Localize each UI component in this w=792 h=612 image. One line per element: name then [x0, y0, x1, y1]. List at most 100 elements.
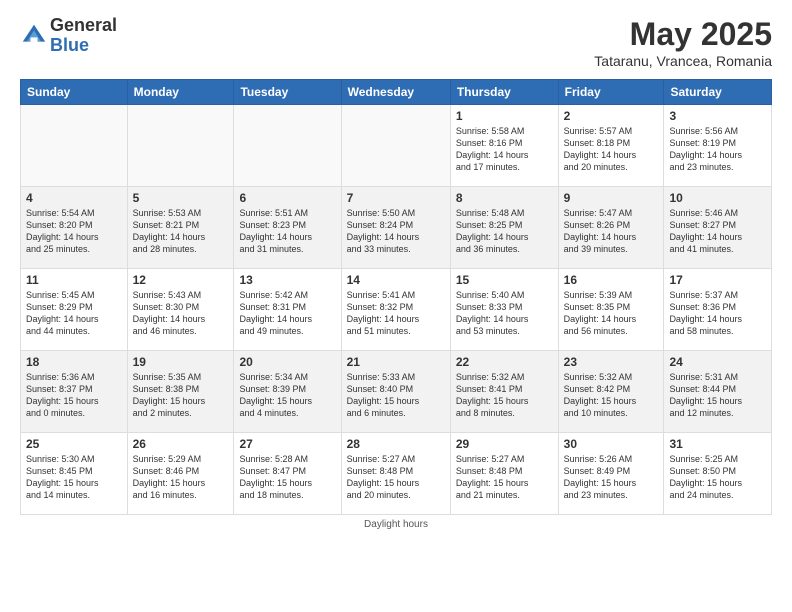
day-number: 16: [564, 273, 659, 287]
day-info: Sunrise: 5:54 AM Sunset: 8:20 PM Dayligh…: [26, 207, 122, 256]
day-cell-31: 31 Sunrise: 5:25 AM Sunset: 8:50 PM Dayli…: [664, 433, 772, 515]
day-cell-empty: [234, 105, 341, 187]
day-cell-12: 12 Sunrise: 5:43 AM Sunset: 8:30 PM Dayli…: [127, 269, 234, 351]
logo-blue: Blue: [50, 36, 117, 56]
day-cell-4: 4 Sunrise: 5:54 AM Sunset: 8:20 PM Daylig…: [21, 187, 128, 269]
col-header-wednesday: Wednesday: [341, 80, 450, 105]
day-number: 1: [456, 109, 553, 123]
day-cell-5: 5 Sunrise: 5:53 AM Sunset: 8:21 PM Daylig…: [127, 187, 234, 269]
day-cell-18: 18Sunrise: 5:36 AM Sunset: 8:37 PM Dayli…: [21, 351, 128, 433]
day-info: Sunrise: 5:35 AM Sunset: 8:38 PM Dayligh…: [133, 371, 229, 420]
day-cell-23: 23Sunrise: 5:32 AM Sunset: 8:42 PM Dayli…: [558, 351, 664, 433]
day-cell-24: 24 Sunrise: 5:31 AM Sunset: 8:44 PM Dayli…: [664, 351, 772, 433]
day-number: 22: [456, 355, 553, 369]
day-info: Sunrise: 5:43 AM Sunset: 8:30 PM Dayligh…: [133, 289, 229, 338]
day-number: 13: [239, 273, 335, 287]
day-number: 6: [239, 191, 335, 205]
logo-icon: [20, 22, 48, 50]
col-header-sunday: Sunday: [21, 80, 128, 105]
day-number: 19: [133, 355, 229, 369]
day-info: Sunrise: 5:27 AM Sunset: 8:48 PM Dayligh…: [456, 453, 553, 502]
day-number: 7: [347, 191, 445, 205]
day-info: Sunrise: 5:57 AM Sunset: 8:18 PM Dayligh…: [564, 125, 659, 174]
day-number: 28: [347, 437, 445, 451]
day-info: Sunrise: 5:25 AM Sunset: 8:50 PM Dayligh…: [669, 453, 766, 502]
day-cell-28: 28Sunrise: 5:27 AM Sunset: 8:48 PM Dayli…: [341, 433, 450, 515]
footer-note: Daylight hours: [20, 519, 772, 530]
day-number: 23: [564, 355, 659, 369]
logo: General Blue: [20, 16, 117, 56]
header: General Blue May 2025 Tataranu, Vrancea,…: [20, 16, 772, 69]
day-cell-30: 30Sunrise: 5:26 AM Sunset: 8:49 PM Dayli…: [558, 433, 664, 515]
day-cell-19: 19 Sunrise: 5:35 AM Sunset: 8:38 PM Dayli…: [127, 351, 234, 433]
week-row-2: 4 Sunrise: 5:54 AM Sunset: 8:20 PM Daylig…: [21, 187, 772, 269]
day-cell-26: 26 Sunrise: 5:29 AM Sunset: 8:46 PM Dayli…: [127, 433, 234, 515]
day-number: 24: [669, 355, 766, 369]
day-number: 8: [456, 191, 553, 205]
day-info: Sunrise: 5:31 AM Sunset: 8:44 PM Dayligh…: [669, 371, 766, 420]
logo-text: General Blue: [50, 16, 117, 56]
day-cell-3: 3Sunrise: 5:56 AM Sunset: 8:19 PM Daylig…: [664, 105, 772, 187]
day-cell-16: 16Sunrise: 5:39 AM Sunset: 8:35 PM Dayli…: [558, 269, 664, 351]
day-info: Sunrise: 5:41 AM Sunset: 8:32 PM Dayligh…: [347, 289, 445, 338]
day-number: 29: [456, 437, 553, 451]
week-row-4: 18Sunrise: 5:36 AM Sunset: 8:37 PM Dayli…: [21, 351, 772, 433]
day-cell-8: 8Sunrise: 5:48 AM Sunset: 8:25 PM Daylig…: [450, 187, 558, 269]
day-info: Sunrise: 5:30 AM Sunset: 8:45 PM Dayligh…: [26, 453, 122, 502]
day-info: Sunrise: 5:51 AM Sunset: 8:23 PM Dayligh…: [239, 207, 335, 256]
day-cell-22: 22 Sunrise: 5:32 AM Sunset: 8:41 PM Dayli…: [450, 351, 558, 433]
day-number: 12: [133, 273, 229, 287]
day-cell-9: 9Sunrise: 5:47 AM Sunset: 8:26 PM Daylig…: [558, 187, 664, 269]
day-cell-25: 25 Sunrise: 5:30 AM Sunset: 8:45 PM Dayli…: [21, 433, 128, 515]
day-number: 2: [564, 109, 659, 123]
day-number: 25: [26, 437, 122, 451]
day-number: 20: [239, 355, 335, 369]
day-cell-27: 27 Sunrise: 5:28 AM Sunset: 8:47 PM Dayli…: [234, 433, 341, 515]
day-info: Sunrise: 5:58 AM Sunset: 8:16 PM Dayligh…: [456, 125, 553, 174]
day-info: Sunrise: 5:37 AM Sunset: 8:36 PM Dayligh…: [669, 289, 766, 338]
day-cell-2: 2 Sunrise: 5:57 AM Sunset: 8:18 PM Daylig…: [558, 105, 664, 187]
day-cell-11: 11Sunrise: 5:45 AM Sunset: 8:29 PM Dayli…: [21, 269, 128, 351]
week-row-5: 25 Sunrise: 5:30 AM Sunset: 8:45 PM Dayli…: [21, 433, 772, 515]
location-subtitle: Tataranu, Vrancea, Romania: [594, 53, 772, 69]
day-info: Sunrise: 5:28 AM Sunset: 8:47 PM Dayligh…: [239, 453, 335, 502]
day-cell-14: 14 Sunrise: 5:41 AM Sunset: 8:32 PM Dayli…: [341, 269, 450, 351]
logo-general: General: [50, 16, 117, 36]
day-info: Sunrise: 5:42 AM Sunset: 8:31 PM Dayligh…: [239, 289, 335, 338]
day-info: Sunrise: 5:36 AM Sunset: 8:37 PM Dayligh…: [26, 371, 122, 420]
day-cell-10: 10Sunrise: 5:46 AM Sunset: 8:27 PM Dayli…: [664, 187, 772, 269]
calendar-table: SundayMondayTuesdayWednesdayThursdayFrid…: [20, 79, 772, 515]
week-row-3: 11Sunrise: 5:45 AM Sunset: 8:29 PM Dayli…: [21, 269, 772, 351]
day-cell-29: 29 Sunrise: 5:27 AM Sunset: 8:48 PM Dayli…: [450, 433, 558, 515]
day-number: 17: [669, 273, 766, 287]
day-info: Sunrise: 5:29 AM Sunset: 8:46 PM Dayligh…: [133, 453, 229, 502]
day-number: 14: [347, 273, 445, 287]
calendar-header-row: SundayMondayTuesdayWednesdayThursdayFrid…: [21, 80, 772, 105]
day-number: 10: [669, 191, 766, 205]
day-cell-20: 20 Sunrise: 5:34 AM Sunset: 8:39 PM Dayli…: [234, 351, 341, 433]
day-cell-1: 1 Sunrise: 5:58 AM Sunset: 8:16 PM Daylig…: [450, 105, 558, 187]
day-cell-empty: [21, 105, 128, 187]
day-number: 4: [26, 191, 122, 205]
title-area: May 2025 Tataranu, Vrancea, Romania: [594, 16, 772, 69]
day-number: 5: [133, 191, 229, 205]
col-header-saturday: Saturday: [664, 80, 772, 105]
day-info: Sunrise: 5:53 AM Sunset: 8:21 PM Dayligh…: [133, 207, 229, 256]
day-number: 31: [669, 437, 766, 451]
day-info: Sunrise: 5:32 AM Sunset: 8:41 PM Dayligh…: [456, 371, 553, 420]
day-number: 11: [26, 273, 122, 287]
day-cell-21: 21Sunrise: 5:33 AM Sunset: 8:40 PM Dayli…: [341, 351, 450, 433]
col-header-thursday: Thursday: [450, 80, 558, 105]
day-number: 3: [669, 109, 766, 123]
day-info: Sunrise: 5:50 AM Sunset: 8:24 PM Dayligh…: [347, 207, 445, 256]
day-number: 27: [239, 437, 335, 451]
col-header-tuesday: Tuesday: [234, 80, 341, 105]
day-number: 15: [456, 273, 553, 287]
day-cell-15: 15Sunrise: 5:40 AM Sunset: 8:33 PM Dayli…: [450, 269, 558, 351]
day-number: 21: [347, 355, 445, 369]
day-info: Sunrise: 5:34 AM Sunset: 8:39 PM Dayligh…: [239, 371, 335, 420]
day-number: 26: [133, 437, 229, 451]
day-number: 9: [564, 191, 659, 205]
day-info: Sunrise: 5:26 AM Sunset: 8:49 PM Dayligh…: [564, 453, 659, 502]
month-title: May 2025: [594, 16, 772, 53]
